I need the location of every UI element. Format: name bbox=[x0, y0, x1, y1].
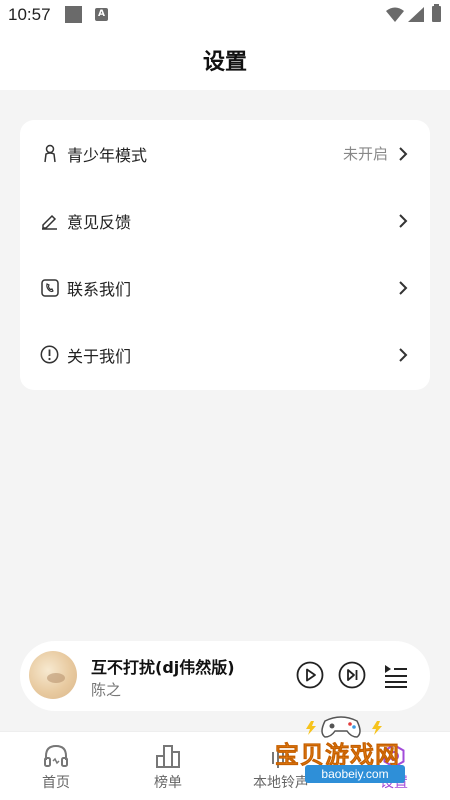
watermark-url: baobeiy.com bbox=[305, 765, 405, 783]
chevron-right-icon bbox=[399, 146, 408, 161]
watermark: 宝贝游戏网 baobeiy.com bbox=[275, 713, 425, 793]
headphones-icon bbox=[44, 744, 68, 767]
settings-item-contact[interactable]: 联系我们 bbox=[20, 254, 430, 321]
chevron-right-icon bbox=[399, 213, 408, 228]
nav-label: 榜单 bbox=[154, 775, 182, 791]
settings-item-label: 意见反馈 bbox=[67, 212, 132, 232]
battery-icon bbox=[432, 4, 441, 22]
lightning-icon bbox=[372, 721, 382, 735]
song-artist: 陈之 bbox=[91, 681, 122, 699]
settings-item-label: 关于我们 bbox=[67, 346, 132, 366]
play-button[interactable] bbox=[296, 661, 324, 689]
nav-label: 首页 bbox=[42, 775, 70, 791]
nav-item-home[interactable]: 首页 bbox=[0, 732, 112, 800]
song-title: 互不打扰(dj伟然版) bbox=[91, 658, 235, 677]
settings-item-label: 青少年模式 bbox=[67, 145, 148, 165]
settings-item-teen-mode[interactable]: 青少年模式 未开启 bbox=[20, 120, 430, 187]
settings-card: 青少年模式 未开启 意见反馈 联系我们 关于我们 bbox=[20, 120, 430, 390]
signal-icon bbox=[408, 7, 424, 22]
chevron-right-icon bbox=[399, 347, 408, 362]
person-icon bbox=[40, 144, 59, 163]
header: 设置 bbox=[0, 30, 450, 90]
mini-player[interactable]: 互不打扰(dj伟然版) 陈之 bbox=[20, 641, 430, 711]
chart-icon bbox=[156, 745, 180, 768]
status-time: 10:57 bbox=[8, 5, 51, 24]
app-notification-icon: A bbox=[95, 8, 108, 21]
info-icon bbox=[40, 345, 59, 364]
phone-icon bbox=[40, 278, 59, 297]
playlist-button[interactable] bbox=[382, 661, 410, 689]
pen-icon bbox=[40, 211, 59, 230]
next-track-button[interactable] bbox=[338, 661, 366, 689]
lightning-icon bbox=[306, 721, 316, 735]
settings-item-about[interactable]: 关于我们 bbox=[20, 321, 430, 388]
settings-item-label: 联系我们 bbox=[67, 279, 132, 299]
settings-item-feedback[interactable]: 意见反馈 bbox=[20, 187, 430, 254]
status-bar: 10:57 A bbox=[0, 0, 450, 30]
wifi-icon bbox=[386, 7, 404, 22]
chevron-right-icon bbox=[399, 280, 408, 295]
page-title: 设置 bbox=[202, 50, 247, 75]
settings-item-value: 未开启 bbox=[342, 145, 388, 163]
album-art[interactable] bbox=[29, 651, 77, 699]
notification-icon bbox=[65, 6, 82, 23]
nav-item-charts[interactable]: 榜单 bbox=[112, 732, 224, 800]
